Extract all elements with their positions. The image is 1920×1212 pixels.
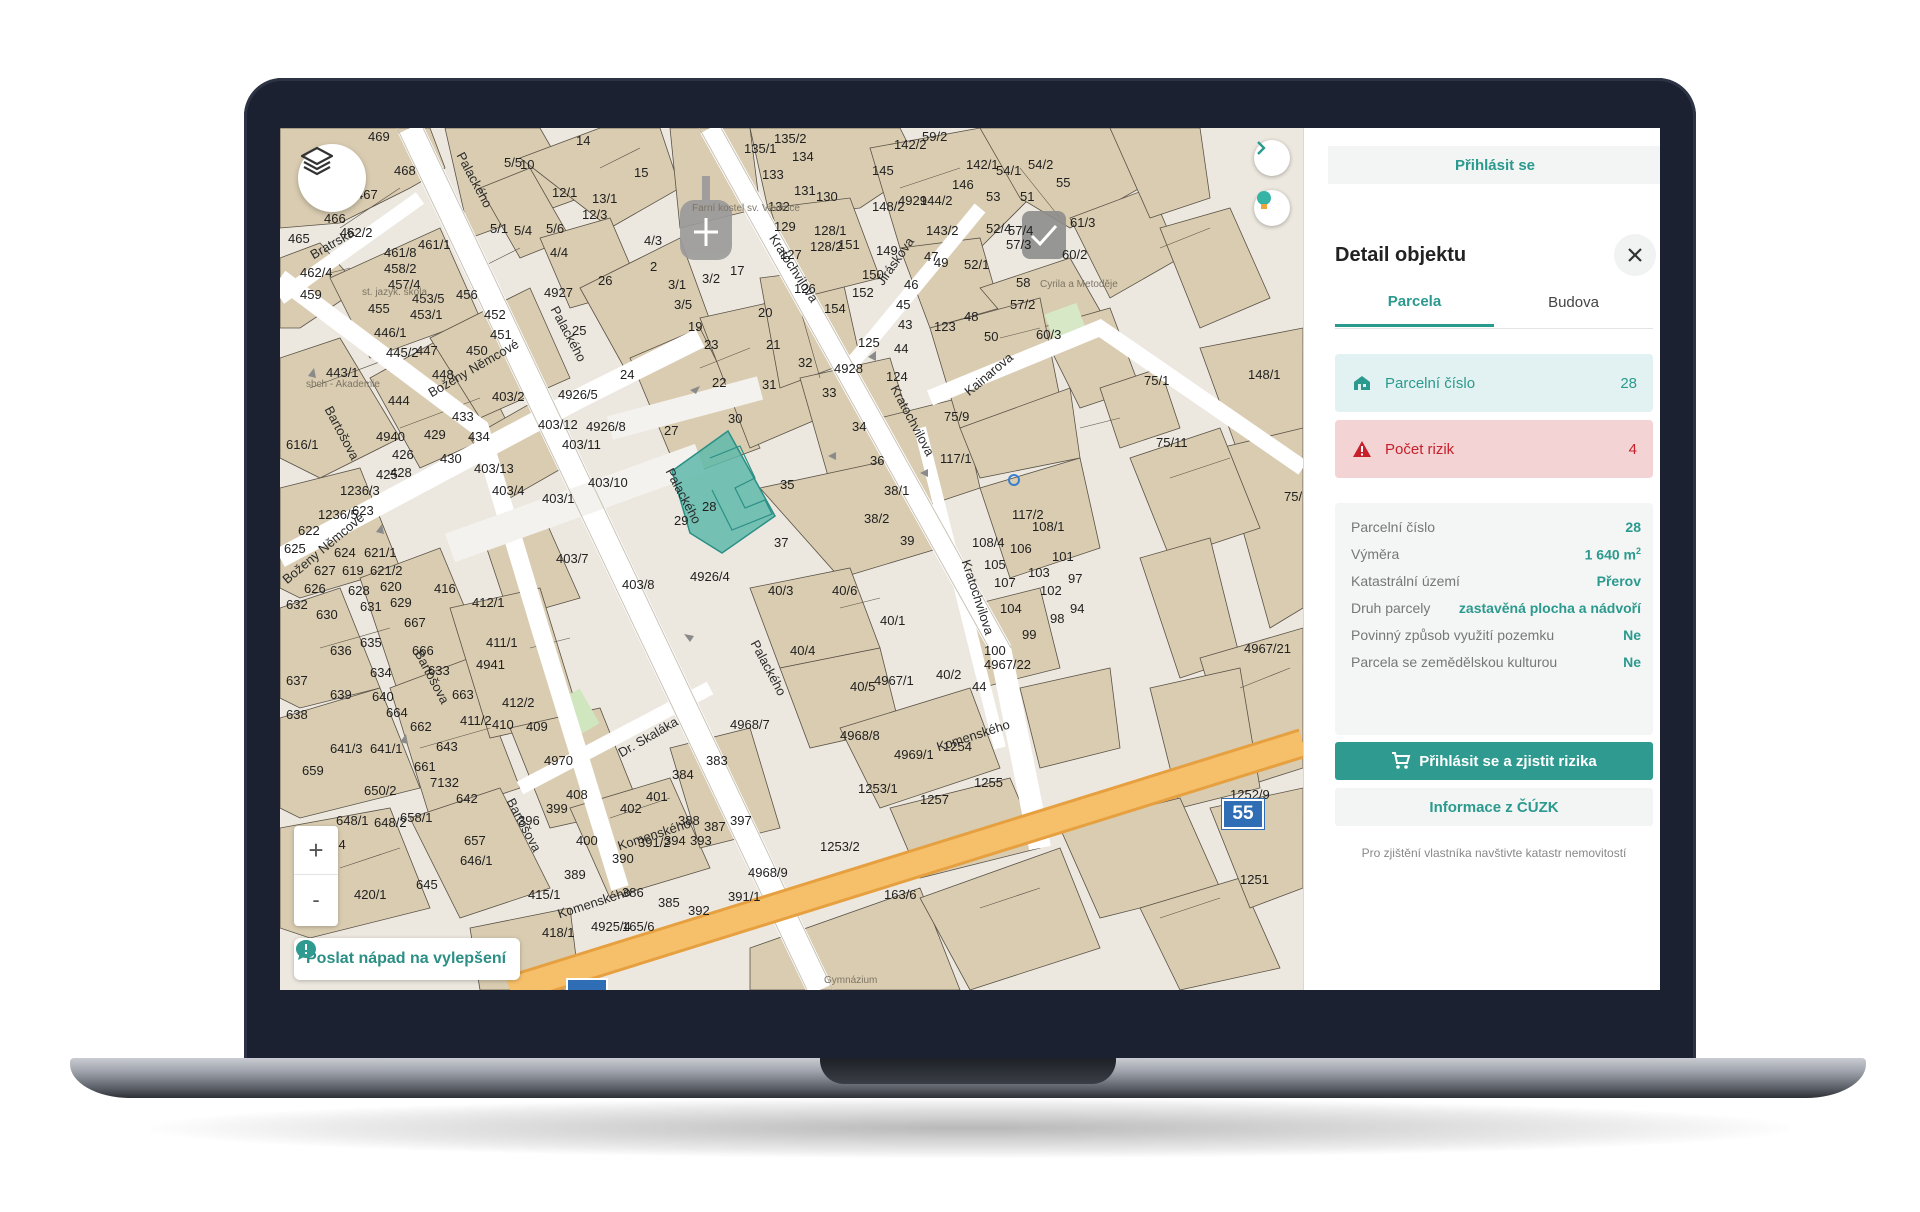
parcel-icon	[1351, 372, 1373, 394]
info-key: Výměra	[1351, 546, 1400, 562]
info-row: Povinný způsob využití pozemku Ne	[1351, 623, 1641, 647]
close-icon	[1628, 248, 1642, 262]
parcel-number-value: 28	[1620, 374, 1637, 392]
parcel-number-label: Parcelní číslo	[1385, 374, 1476, 392]
info-key: Povinný způsob využití pozemku	[1351, 627, 1555, 643]
bus-line-badge-partial	[566, 978, 608, 990]
risk-count-value: 4	[1628, 440, 1637, 458]
info-row: Parcelní číslo 28	[1351, 515, 1641, 539]
expand-panel-button[interactable]	[1254, 140, 1290, 176]
risk-count-label: Počet rizik	[1385, 440, 1455, 458]
layers-icon	[300, 146, 334, 176]
info-row: Katastrální území Přerov	[1351, 569, 1641, 593]
tab-budova[interactable]: Budova	[1494, 278, 1653, 326]
panel-title: Detail objektu	[1335, 244, 1467, 266]
area-unit-superscript: 2	[1635, 545, 1641, 556]
info-value-area: 1 640 m2	[1585, 546, 1641, 563]
warning-icon	[1351, 438, 1373, 460]
feedback-button[interactable]: Poslat nápad na vylepšení	[294, 938, 521, 980]
idea-button[interactable]	[1254, 190, 1290, 226]
info-row: Parcela se zemědělskou kulturou Ne	[1351, 650, 1641, 674]
info-row: Druh parcely zastavěná plocha a nádvoří	[1351, 596, 1641, 620]
info-value: Ne	[1623, 654, 1641, 670]
cuzk-info-button[interactable]: Informace z ČÚZK	[1335, 788, 1653, 826]
parcel-number-card[interactable]: Parcelní číslo 28	[1335, 354, 1653, 412]
info-value: Přerov	[1596, 573, 1641, 589]
parcel-info-box: Parcelní číslo 28 Výměra 1 640 m2 Katast…	[1335, 503, 1653, 735]
chevron-right-icon	[1257, 141, 1266, 155]
cta-label: Přihlásit se a zjistit rizika	[1419, 752, 1597, 770]
info-key: Katastrální území	[1351, 573, 1460, 589]
area-number: 1 640 m	[1584, 546, 1636, 563]
chat-bubble-icon	[296, 940, 316, 960]
screen: Palackého Palackého Palackého Palackého …	[280, 128, 1660, 990]
bus-line-badge: 55	[1222, 799, 1264, 829]
cadastral-map[interactable]: Palackého Palackého Palackého Palackého …	[280, 128, 1303, 990]
info-row: Výměra 1 640 m2	[1351, 542, 1641, 566]
lightbulb-icon	[1257, 191, 1271, 209]
owner-note: Pro zjištění vlastníka navštivte katastr…	[1361, 846, 1627, 860]
close-button[interactable]	[1614, 234, 1656, 276]
tab-parcela[interactable]: Parcela	[1335, 278, 1494, 327]
laptop-shadow	[150, 1098, 1790, 1158]
login-button[interactable]: Přihlásit se	[1328, 146, 1660, 184]
detail-tabs: Parcela Budova	[1335, 278, 1653, 329]
login-check-risks-button[interactable]: Přihlásit se a zjistit rizika	[1335, 742, 1653, 780]
feedback-label: Poslat nápad na vylepšení	[306, 950, 507, 967]
info-key: Parcelní číslo	[1351, 519, 1436, 535]
zoom-in-button[interactable]: +	[294, 826, 338, 875]
risk-count-card[interactable]: Počet rizik 4	[1335, 420, 1653, 478]
zoom-out-button[interactable]: -	[294, 876, 338, 924]
info-value: zastavěná plocha a nádvoří	[1458, 600, 1641, 616]
info-value: Ne	[1623, 627, 1641, 643]
map-canvas	[280, 128, 1303, 990]
info-key: Druh parcely	[1351, 600, 1431, 616]
info-key: Parcela se zemědělskou kulturou	[1351, 654, 1558, 670]
zoom-control: + -	[294, 826, 338, 926]
laptop-notch	[820, 1058, 1116, 1084]
detail-panel: Přihlásit se Detail objektu Parcela Budo…	[1303, 128, 1660, 990]
info-value: 28	[1625, 519, 1641, 535]
cart-icon	[1392, 752, 1411, 769]
layers-button[interactable]	[298, 144, 366, 212]
